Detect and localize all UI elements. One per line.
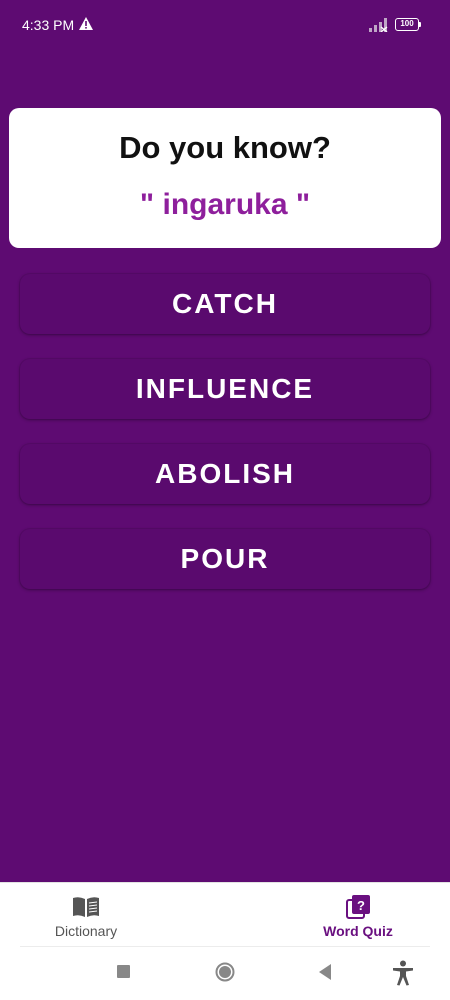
answer-option-4[interactable]: POUR bbox=[20, 529, 430, 589]
status-bar: 4:33 PM 100 bbox=[0, 0, 450, 50]
system-navigation-bar bbox=[0, 948, 450, 1000]
nav-item-word-quiz[interactable]: ? Word Quiz bbox=[288, 883, 428, 947]
battery-level: 100 bbox=[395, 18, 419, 31]
battery-icon: 100 bbox=[395, 18, 422, 31]
app-screen: 4:33 PM 100 Do you know? " ingaruka " CA… bbox=[0, 0, 450, 882]
question-word: " ingaruka " bbox=[139, 188, 311, 221]
divider bbox=[20, 946, 430, 947]
nav-item-dictionary[interactable]: Dictionary bbox=[16, 883, 156, 947]
question-prompt: Do you know? bbox=[119, 130, 331, 165]
question-card: Do you know? " ingaruka " bbox=[9, 108, 441, 248]
answer-option-3[interactable]: ABOLISH bbox=[20, 444, 430, 504]
svg-text:?: ? bbox=[357, 898, 365, 913]
nav-label-word-quiz: Word Quiz bbox=[323, 923, 393, 939]
answer-option-2[interactable]: INFLUENCE bbox=[20, 359, 430, 419]
bottom-navigation: Dictionary ? Word Quiz bbox=[0, 882, 450, 946]
nav-label-dictionary: Dictionary bbox=[54, 923, 118, 939]
status-time: 4:33 PM bbox=[22, 17, 75, 33]
alert-icon bbox=[79, 17, 93, 30]
accessibility-button[interactable] bbox=[392, 960, 414, 986]
answer-option-1[interactable]: CATCH bbox=[20, 274, 430, 334]
signal-icon bbox=[369, 18, 388, 32]
book-icon bbox=[73, 897, 99, 917]
home-button[interactable] bbox=[215, 962, 235, 982]
quiz-icon: ? bbox=[346, 895, 370, 919]
back-button[interactable] bbox=[317, 963, 333, 981]
recents-button[interactable] bbox=[117, 965, 130, 978]
